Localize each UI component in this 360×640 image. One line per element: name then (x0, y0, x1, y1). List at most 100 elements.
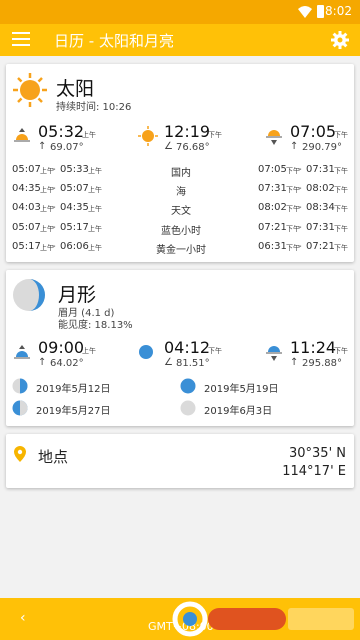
gear-icon[interactable] (330, 30, 350, 50)
twilight-separator: - (298, 164, 302, 175)
sun-title: 太阳 (56, 78, 95, 100)
twilight-evening-end-ampm: 下午 (334, 205, 348, 213)
noon-time: 12:19 (164, 122, 211, 141)
location-title: 地点 (38, 448, 69, 466)
twilight-separator: - (298, 202, 302, 213)
twilight-separator: - (52, 183, 56, 194)
twilight-start-time: 04:03 (12, 202, 41, 213)
twilight-evening-start-time: 08:02 (258, 202, 287, 213)
twilight-end-time: 05:17 (60, 222, 89, 233)
wifi-icon (298, 6, 312, 18)
moonset-azimuth: 295.88° (302, 358, 342, 369)
sunrise-ampm: 上午 (82, 131, 96, 139)
sun-icon (13, 73, 47, 107)
moonrise-icon (14, 345, 30, 359)
twilight-end-time: 06:06 (60, 241, 89, 252)
phase-date-4: 2019年6月3日 (204, 406, 273, 417)
twilight-end-ampm: 上午 (88, 225, 102, 233)
twilight-label: 蓝色小时 (161, 226, 201, 237)
chevron-left-icon[interactable]: ‹ (20, 610, 26, 626)
sunset-arrow-icon: ↑ (290, 141, 299, 152)
moonrise-azimuth: 64.02° (50, 358, 84, 369)
twilight-start-time: 05:17 (12, 241, 41, 252)
twilight-label: 海 (176, 187, 186, 198)
twilight-evening-end-time: 07:31 (306, 164, 335, 175)
moon-title: 月形 (58, 284, 97, 306)
twilight-end-ampm: 上午 (88, 167, 102, 175)
angle-icon: ∠ (164, 141, 173, 152)
sunrise-azimuth: 69.07° (50, 142, 84, 153)
twilight-evening-start-time: 07:05 (258, 164, 287, 175)
sun-card: 太阳 持续时间: 10:26 05:32 上午 ↑ 69.07° 12:19 下… (6, 64, 354, 262)
noon-elevation: 76.68° (176, 142, 210, 153)
new-moon-icon (180, 400, 196, 416)
location-card[interactable]: 地点 30°35' N 114°17' E (6, 434, 354, 488)
sunset-ampm: 下午 (334, 131, 348, 139)
twilight-separator: - (298, 183, 302, 194)
twilight-label: 国内 (171, 168, 191, 179)
last-quarter-moon-icon (12, 400, 28, 416)
moon-card: 月形 眉月 (4.1 d) 能见度: 18.13% 09:00 上午 ↑ 64.… (6, 270, 354, 426)
moonset-icon (266, 346, 282, 361)
sunrise-icon (14, 128, 30, 142)
twilight-start-time: 05:07 (12, 164, 41, 175)
twilight-label: 天文 (171, 206, 191, 217)
waxing-crescent-moon-icon (13, 279, 45, 311)
moon-transit-elevation: 81.51° (176, 358, 210, 369)
moonset-time: 11:24 (290, 338, 337, 357)
phase-date-1: 2019年5月12日 (36, 384, 111, 395)
page-title: 日历 - 太阳和月亮 (54, 32, 174, 50)
moonset-ampm: 下午 (334, 347, 348, 355)
twilight-label: 黄金一小时 (156, 245, 206, 256)
sunrise-arrow-icon: ↑ (38, 141, 47, 152)
twilight-separator: - (52, 164, 56, 175)
sunrise-time: 05:32 (38, 122, 85, 141)
twilight-end-time: 04:35 (60, 202, 89, 213)
menu-icon[interactable] (12, 32, 30, 48)
twilight-start-time: 05:07 (12, 222, 41, 233)
location-latitude: 30°35' N (288, 446, 346, 461)
twilight-evening-start-time: 06:31 (258, 241, 287, 252)
twilight-separator: - (52, 222, 56, 233)
twilight-separator: - (298, 241, 302, 252)
twilight-evening-end-time: 07:31 (306, 222, 335, 233)
twilight-separator: - (298, 222, 302, 233)
app-bar: 日历 - 太阳和月亮 (0, 24, 360, 56)
twilight-evening-start-time: 07:31 (258, 183, 287, 194)
moon-transit-ampm: 下午 (208, 347, 222, 355)
location-longitude: 114°17' E (282, 464, 346, 479)
solar-noon-icon (138, 126, 158, 146)
moon-transit-time: 04:12 (164, 338, 211, 357)
noon-ampm: 下午 (208, 131, 222, 139)
battery-icon (317, 5, 324, 18)
twilight-end-time: 05:33 (60, 164, 89, 175)
twilight-evening-end-ampm: 下午 (334, 167, 348, 175)
moon-visibility: 能见度: 18.13% (58, 320, 133, 331)
location-pin-icon (14, 446, 26, 462)
sunset-time: 07:05 (290, 122, 337, 141)
twilight-evening-end-time: 08:02 (306, 183, 335, 194)
moon-transit-icon (139, 345, 153, 359)
twilight-evening-end-ampm: 下午 (334, 244, 348, 252)
watermark-logo (172, 601, 354, 637)
angle-icon: ∠ (164, 357, 173, 368)
sun-duration: 持续时间: 10:26 (56, 102, 132, 113)
twilight-start-time: 04:35 (12, 183, 41, 194)
twilight-separator: - (52, 202, 56, 213)
status-bar: 8:02 (0, 0, 360, 24)
phase-date-2: 2019年5月19日 (204, 384, 279, 395)
moonrise-time: 09:00 (38, 338, 85, 357)
twilight-evening-end-ampm: 下午 (334, 225, 348, 233)
twilight-evening-end-time: 08:34 (306, 202, 335, 213)
twilight-end-ampm: 上午 (88, 205, 102, 213)
twilight-evening-start-time: 07:21 (258, 222, 287, 233)
twilight-end-time: 05:07 (60, 183, 89, 194)
moonset-arrow-icon: ↑ (290, 357, 299, 368)
moonrise-ampm: 上午 (82, 347, 96, 355)
sunset-azimuth: 290.79° (302, 142, 342, 153)
twilight-evening-end-ampm: 下午 (334, 186, 348, 194)
first-quarter-moon-icon (12, 378, 28, 394)
twilight-separator: - (52, 241, 56, 252)
twilight-end-ampm: 上午 (88, 244, 102, 252)
sunset-icon (266, 130, 282, 145)
